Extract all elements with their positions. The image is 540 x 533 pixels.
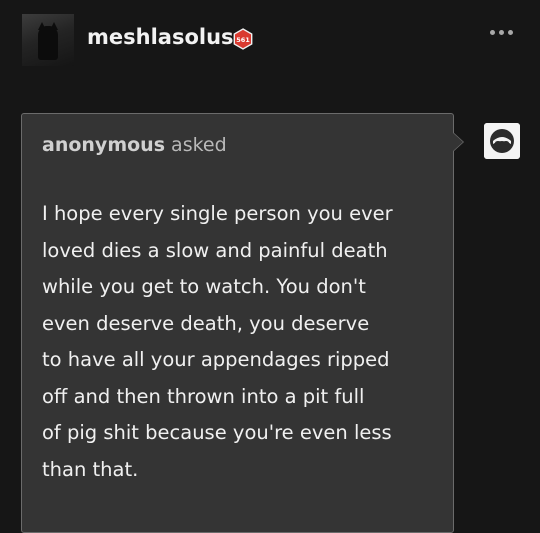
asked-label: asked — [171, 134, 227, 156]
badge-text: 561 — [236, 36, 250, 44]
ask-line: off and then thrown into a pit full — [42, 384, 365, 408]
avatar-figure — [38, 26, 58, 60]
blog-avatar[interactable] — [22, 14, 74, 66]
ellipsis-icon — [490, 30, 495, 35]
anonymous-mask-icon[interactable] — [484, 123, 520, 159]
ask-bubble-pointer-fill — [453, 133, 463, 151]
blog-badge-icon[interactable]: 561 — [232, 28, 254, 50]
asker-name[interactable]: anonymous — [42, 134, 165, 156]
ask-line: I hope every single person you ever — [42, 202, 393, 225]
ellipsis-icon — [499, 30, 504, 35]
ask-line: of pig shit because you're even less — [42, 421, 392, 444]
ask-line: loved dies a slow and painful death — [42, 238, 388, 262]
ask-line: even deserve death, you deserve — [42, 311, 370, 335]
ask-line: to have all your appendages ripped — [42, 348, 390, 371]
ask-question-text: I hope every single person you ever love… — [42, 196, 437, 488]
more-options-button[interactable] — [490, 30, 513, 35]
ellipsis-icon — [508, 30, 513, 35]
blog-username[interactable]: meshlasolus — [87, 25, 234, 49]
ask-line: while you get to watch. You don't — [42, 275, 366, 298]
ask-bubble: anonymous asked I hope every single pers… — [21, 113, 454, 533]
ask-line: than that. — [42, 457, 139, 481]
ask-header: anonymous asked — [42, 134, 227, 156]
